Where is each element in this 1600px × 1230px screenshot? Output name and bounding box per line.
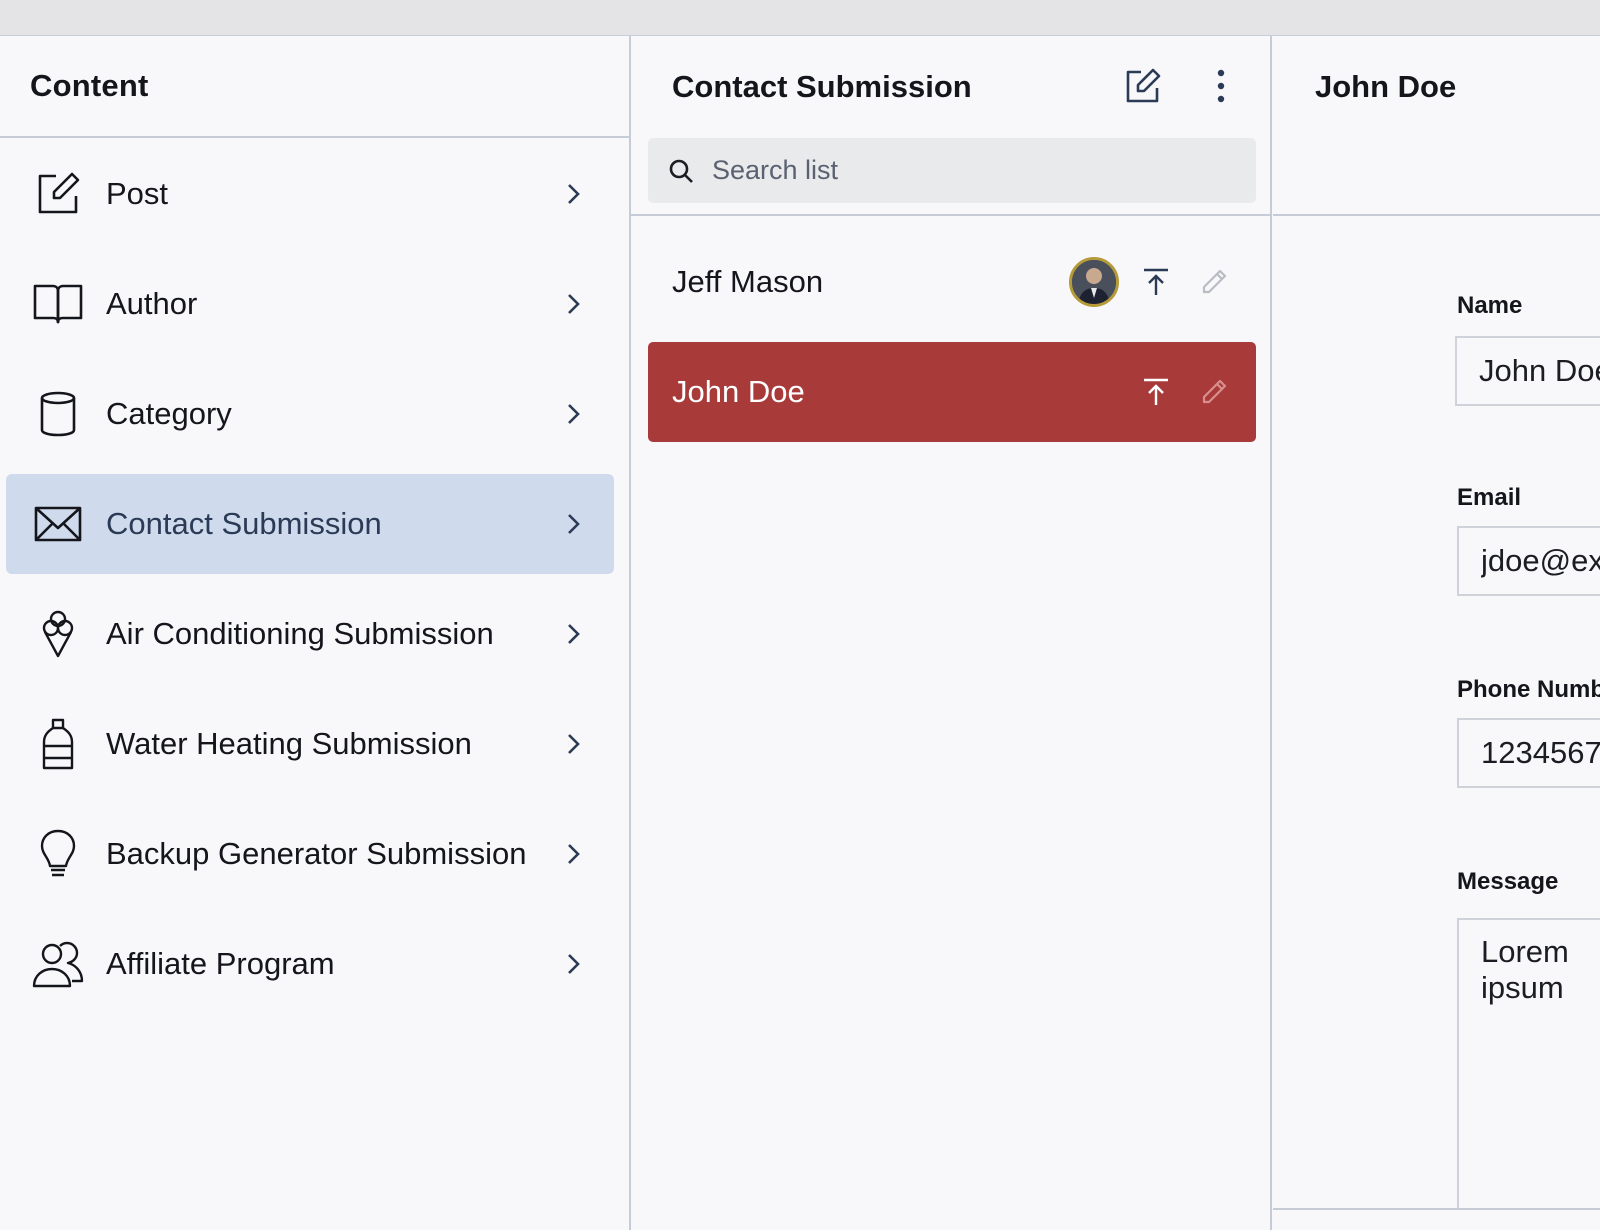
chevron-right-icon: [558, 839, 588, 869]
chevron-right-icon: [558, 949, 588, 979]
menu-item-air-conditioning-submission[interactable]: Air Conditioning Submission: [6, 584, 614, 684]
menu-item-label: Backup Generator Submission: [106, 836, 527, 871]
menu-item-category[interactable]: Category: [6, 364, 614, 464]
edit-button[interactable]: [1194, 372, 1234, 412]
menu-item-water-heating-submission[interactable]: Water Heating Submission: [6, 694, 614, 794]
search-icon: [666, 156, 696, 186]
publish-icon: [1144, 378, 1168, 405]
edit-icon: [30, 166, 86, 222]
search-input[interactable]: [712, 138, 1256, 203]
list-row-jeff-mason[interactable]: Jeff Mason: [648, 232, 1256, 332]
chevron-right-icon: [558, 729, 588, 759]
envelope-icon: [30, 496, 86, 552]
menu-item-label: Affiliate Program: [106, 946, 335, 981]
menu-item-backup-generator-submission[interactable]: Backup Generator Submission: [6, 804, 614, 904]
content-pane-header: Content: [0, 36, 629, 138]
menu-item-label: Water Heating Submission: [106, 726, 472, 761]
phone-field-label: Phone Number: [1457, 676, 1600, 703]
list-pane: Contact Submission Jeff Mason: [631, 36, 1272, 1230]
publish-button[interactable]: [1136, 262, 1176, 302]
list-row-john-doe[interactable]: John Doe: [648, 342, 1256, 442]
chevron-right-icon: [558, 289, 588, 319]
compose-icon: [1126, 68, 1161, 103]
pencil-icon: [1202, 269, 1227, 294]
bottle-icon: [30, 716, 86, 772]
list-pane-header: Contact Submission: [631, 36, 1270, 216]
lightbulb-icon: [30, 826, 86, 882]
chevron-right-icon: [558, 179, 588, 209]
menu-item-post[interactable]: Post: [6, 144, 614, 244]
name-field-label: Name: [1457, 292, 1523, 319]
pencil-icon: [1202, 379, 1227, 404]
ice-cream-icon: [30, 606, 86, 662]
phone-field[interactable]: [1457, 718, 1600, 788]
content-pane: Content Post Author Category Contact Sub…: [0, 36, 631, 1230]
name-field[interactable]: [1455, 336, 1600, 406]
search-box: [648, 138, 1256, 203]
publish-button[interactable]: [1136, 372, 1176, 412]
divider: [1273, 1208, 1600, 1210]
avatar: [1069, 257, 1119, 307]
email-field-label: Email: [1457, 484, 1522, 511]
detail-pane: John Doe Name Email Phone Number Message…: [1273, 36, 1600, 1230]
chevron-right-icon: [558, 399, 588, 429]
content-menu: Post Author Category Contact Submission: [0, 138, 629, 1014]
message-field-label: Message: [1457, 868, 1559, 895]
book-icon: [30, 276, 86, 332]
more-vertical-icon: [1217, 69, 1225, 103]
more-options-button[interactable]: [1201, 66, 1241, 106]
chevron-right-icon: [558, 509, 588, 539]
menu-item-affiliate-program[interactable]: Affiliate Program: [6, 914, 614, 1014]
menu-item-label: Post: [106, 176, 169, 211]
users-icon: [30, 936, 86, 992]
publish-icon: [1144, 268, 1168, 295]
document-list: Jeff Mason John Doe: [631, 216, 1270, 442]
menu-item-author[interactable]: Author: [6, 254, 614, 354]
edit-button[interactable]: [1194, 262, 1234, 302]
compose-button[interactable]: [1123, 66, 1163, 106]
list-pane-title: Contact Submission: [672, 69, 972, 104]
chevron-right-icon: [558, 619, 588, 649]
content-pane-title: Content: [30, 68, 149, 103]
cylinder-icon: [30, 386, 86, 442]
message-field[interactable]: Lorem ipsum: [1457, 918, 1600, 1208]
detail-pane-header: John Doe: [1273, 36, 1600, 216]
menu-item-label: Category: [106, 396, 232, 431]
menu-item-label: Contact Submission: [106, 506, 382, 541]
menu-item-contact-submission[interactable]: Contact Submission: [6, 474, 614, 574]
menu-item-label: Air Conditioning Submission: [106, 616, 494, 651]
window-top-bar: [0, 0, 1600, 36]
menu-item-label: Author: [106, 286, 198, 321]
email-field[interactable]: [1457, 526, 1600, 596]
detail-pane-title: John Doe: [1315, 69, 1457, 104]
